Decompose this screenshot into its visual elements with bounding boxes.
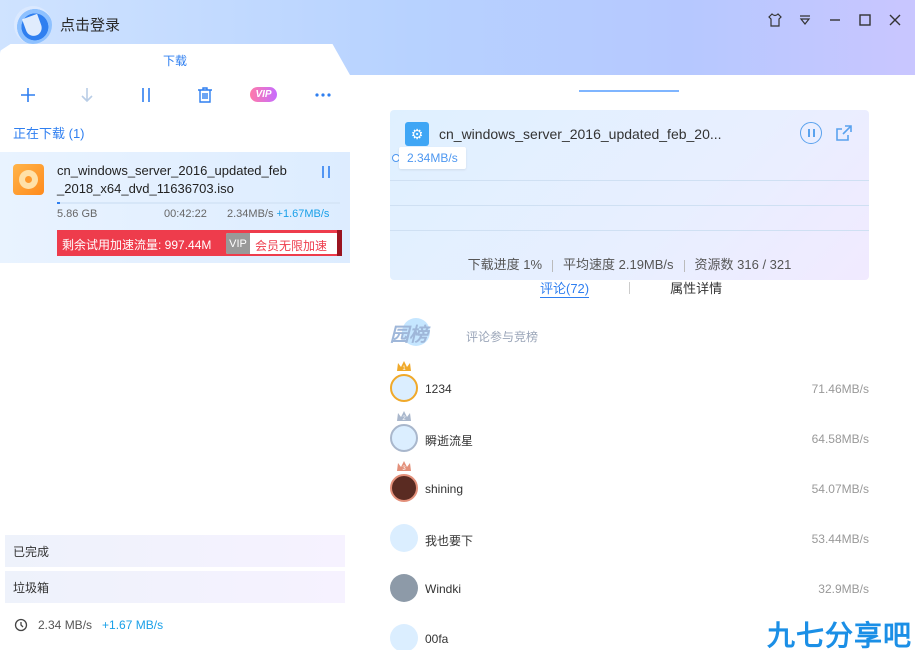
toolbar: VIP: [0, 83, 350, 107]
speed-bubble: 2.34MB/s: [399, 147, 466, 169]
avatar[interactable]: [390, 624, 418, 650]
card-pause-button[interactable]: [800, 122, 822, 144]
download-task-row[interactable]: cn_windows_server_2016_updated_feb_2018_…: [0, 152, 370, 263]
task-size: 5.86 GB: [57, 208, 98, 220]
iso-file-icon: [13, 164, 44, 195]
rank-row[interactable]: 我也要下 53.44MB/s: [390, 520, 869, 560]
login-link[interactable]: 点击登录: [60, 14, 120, 35]
avatar[interactable]: [390, 474, 418, 502]
task-remaining-time: 00:42:22: [164, 208, 207, 220]
progress-text: 下载进度 1%: [467, 257, 543, 272]
trash-label: 垃圾箱: [13, 581, 50, 595]
task-pause-icon[interactable]: [318, 164, 334, 180]
task-speed: 2.34MB/s +1.67MB/s: [227, 208, 329, 220]
rank-name: 瞬逝流星: [425, 434, 474, 448]
tab-downloads-label: 下载: [162, 54, 187, 68]
open-external-icon[interactable]: [834, 123, 854, 143]
app-logo-icon: [14, 6, 52, 44]
sidebar-item-completed[interactable]: 已完成: [5, 535, 345, 567]
avatar[interactable]: [390, 574, 418, 602]
add-task-button[interactable]: [16, 83, 40, 107]
section-downloading[interactable]: 正在下载 (1): [13, 123, 85, 142]
rank-title-text: 园榜: [390, 325, 429, 346]
avatar[interactable]: [390, 424, 418, 452]
vip-tag: VIP: [226, 233, 250, 254]
sub-tabs: 评论(72) 属性详情: [540, 278, 722, 298]
rank-name: 00fa: [425, 632, 449, 646]
tab-downloads[interactable]: 下载: [0, 44, 350, 75]
start-download-button[interactable]: [75, 83, 99, 107]
minimize-icon[interactable]: [827, 12, 843, 28]
trial-accel-bar: 剩余试用加速流量: 997.44M VIP 会员无限加速: [57, 230, 342, 256]
vip-unlimited-label: 会员无限加速: [255, 239, 328, 253]
chart-gridline: [390, 205, 869, 206]
chart-gridline: [390, 180, 869, 181]
rank-row[interactable]: Windki 32.9MB/s: [390, 570, 869, 610]
rank-speed: 64.58MB/s: [811, 432, 869, 446]
crown-icon: 3: [396, 460, 412, 472]
rank-name: 我也要下: [425, 534, 474, 548]
rank-row[interactable]: 3 shining 54.07MB/s: [390, 461, 869, 510]
task-detail-card: ⚙ cn_windows_server_2016_updated_feb_20.…: [390, 110, 869, 280]
crown-icon: 2: [396, 410, 412, 422]
pause-all-button[interactable]: [134, 83, 158, 107]
trial-bar-end: [337, 230, 342, 256]
task-accel-value: +1.67MB/s: [276, 208, 330, 220]
tab-comments[interactable]: 评论(72): [540, 278, 590, 298]
delete-button[interactable]: [193, 83, 217, 107]
rank-speed: 54.07MB/s: [811, 482, 869, 496]
rank-name: Windki: [425, 582, 462, 596]
completed-label: 已完成: [13, 545, 50, 559]
rank-speed: 71.46MB/s: [811, 382, 869, 396]
rank-subtitle: 评论参与竞榜: [466, 330, 539, 344]
watermark-logo: 九七分享吧: [767, 620, 913, 650]
rank-row[interactable]: 1 1234 71.46MB/s: [390, 361, 869, 410]
sidebar-item-trash[interactable]: 垃圾箱: [5, 571, 345, 603]
resources-text: 资源数 316 / 321: [694, 257, 792, 272]
more-icon[interactable]: [311, 83, 335, 107]
avg-speed-text: 平均速度 2.19MB/s: [563, 257, 674, 272]
maximize-icon[interactable]: [857, 12, 873, 28]
footer-accel-value: +1.67 MB/s: [102, 618, 164, 632]
rank-name: 1234: [425, 382, 452, 396]
rank-speed: 53.44MB/s: [811, 532, 869, 546]
tab-properties[interactable]: 属性详情: [670, 278, 722, 298]
task-progress-fill: [57, 202, 60, 204]
crown-icon: 1: [396, 360, 412, 372]
settings-gear-icon: ⚙: [405, 122, 429, 146]
vip-button[interactable]: VIP: [250, 87, 277, 102]
avatar[interactable]: [390, 374, 418, 402]
trial-remaining-text: 剩余试用加速流量: 997.44M: [62, 238, 212, 252]
card-stats: 下载进度 1% 平均速度 2.19MB/s 资源数 316 / 321: [390, 254, 869, 273]
avatar[interactable]: [390, 524, 418, 552]
skin-icon[interactable]: [767, 12, 783, 28]
rank-speed: 32.9MB/s: [818, 582, 869, 596]
detail-tab-indicator: [579, 90, 679, 92]
task-file-name: cn_windows_server_2016_updated_feb_2018_…: [57, 163, 287, 196]
vip-unlimited-button[interactable]: VIP 会员无限加速: [226, 233, 338, 254]
clock-icon: [14, 618, 28, 632]
left-panel: VIP 正在下载 (1) cn_windows_server_2016_upda…: [0, 75, 370, 650]
rank-name: shining: [425, 482, 464, 496]
right-panel: ⚙ cn_windows_server_2016_updated_feb_20.…: [350, 75, 915, 650]
chart-gridline: [390, 230, 869, 231]
rank-row[interactable]: 2 瞬逝流星 64.58MB/s: [390, 411, 869, 460]
menu-dropdown-icon[interactable]: [797, 12, 813, 28]
close-icon[interactable]: [887, 12, 903, 28]
title-bar: 点击登录 下载: [0, 0, 915, 75]
rank-title: 园榜: [390, 318, 460, 346]
footer-speed: 2.34 MB/s +1.67 MB/s: [14, 618, 163, 632]
card-file-name: cn_windows_server_2016_updated_feb_20...: [439, 126, 722, 142]
window-controls: [767, 12, 903, 28]
task-speed-value: 2.34MB/s: [227, 208, 274, 220]
footer-speed-value: 2.34 MB/s: [38, 618, 93, 632]
task-progress-bar: [57, 202, 340, 204]
